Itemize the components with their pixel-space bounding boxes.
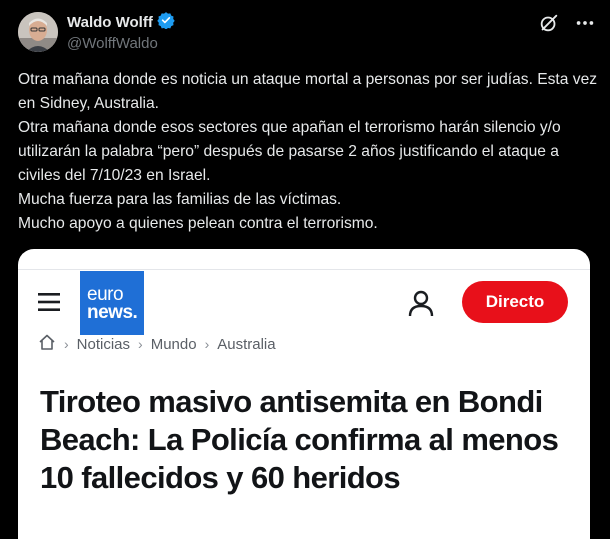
article-screenshot-card[interactable]: euro news. Directo › Noticias › Mundo › …	[18, 249, 590, 539]
tweet-line: Mucha fuerza para las familias de las ví…	[18, 191, 342, 208]
author-block: Waldo Wolff @WolffWaldo	[67, 11, 175, 52]
tweet-line: Otra mañana donde es noticia un ataque m…	[18, 71, 598, 112]
more-icon[interactable]	[574, 12, 596, 34]
divider	[18, 269, 590, 270]
breadcrumb: › Noticias › Mundo › Australia	[38, 333, 276, 355]
logo-text-line2: news.	[87, 302, 138, 323]
author-name-row: Waldo Wolff	[67, 11, 175, 34]
article-headline: Tiroteo masivo antisemita en Bondi Beach…	[40, 384, 559, 495]
tweet-line: Otra mañana donde esos sectores que apañ…	[18, 119, 561, 184]
home-icon	[38, 333, 56, 355]
chevron-right-icon: ›	[138, 336, 143, 352]
avatar[interactable]	[18, 12, 58, 52]
tweet-text: Otra mañana donde es noticia un ataque m…	[18, 68, 598, 236]
author-handle[interactable]: @WolffWaldo	[67, 35, 175, 52]
breadcrumb-item: Noticias	[76, 335, 131, 353]
breadcrumb-item: Australia	[217, 335, 276, 353]
author-name[interactable]: Waldo Wolff	[67, 14, 153, 31]
breadcrumb-item: Mundo	[150, 335, 197, 353]
chevron-right-icon: ›	[204, 336, 210, 352]
tweet-top-actions	[538, 12, 596, 34]
grok-icon[interactable]	[538, 12, 560, 34]
chevron-right-icon: ›	[64, 336, 69, 352]
live-button: Directo	[462, 281, 568, 323]
euronews-logo: euro news.	[80, 271, 144, 335]
tweet-line: Mucho apoyo a quienes pelean contra el t…	[18, 215, 378, 232]
verified-badge-icon	[157, 11, 175, 34]
